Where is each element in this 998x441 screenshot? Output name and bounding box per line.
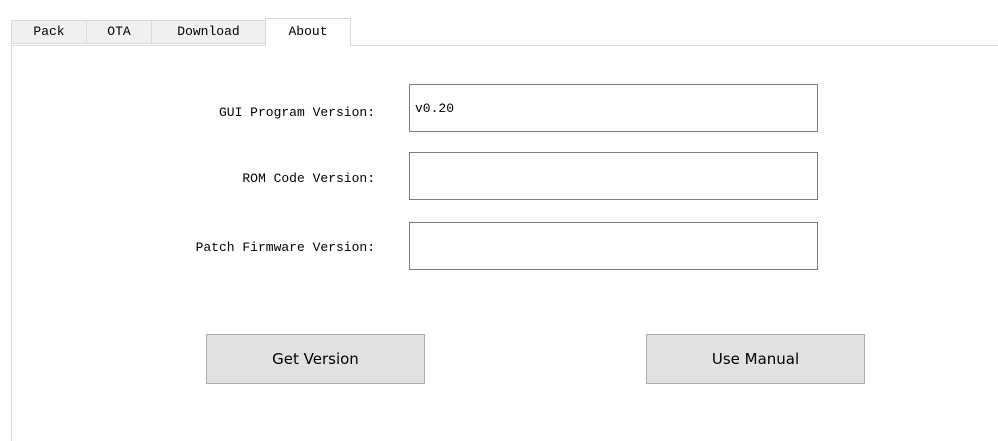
tab-pack[interactable]: Pack (11, 20, 87, 44)
tab-label: About (288, 24, 328, 39)
patch-firmware-version-label: Patch Firmware Version: (195, 240, 375, 255)
tab-label: Pack (33, 24, 65, 39)
rom-code-version-field[interactable] (409, 152, 818, 200)
use-manual-button[interactable]: Use Manual (646, 334, 865, 384)
tab-download[interactable]: Download (151, 20, 266, 44)
tab-label: Download (177, 24, 240, 39)
tab-bar: Pack OTA Download About (11, 18, 998, 46)
patch-firmware-version-field[interactable] (409, 222, 818, 270)
gui-program-version-label: GUI Program Version: (218, 105, 375, 120)
tab-ota[interactable]: OTA (86, 20, 152, 44)
tab-label: OTA (107, 24, 131, 39)
tab-about[interactable]: About (265, 18, 351, 46)
rom-code-version-label: ROM Code Version: (242, 171, 375, 186)
gui-program-version-field[interactable] (409, 84, 818, 132)
get-version-button[interactable]: Get Version (206, 334, 425, 384)
